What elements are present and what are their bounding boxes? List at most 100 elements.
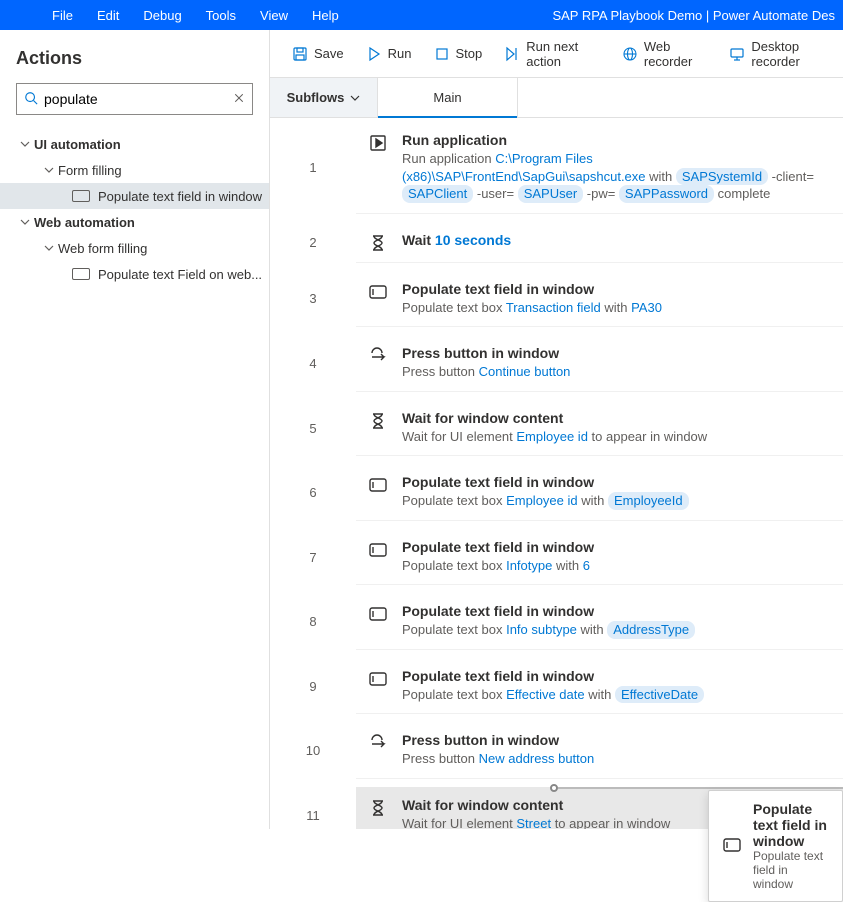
window-title: SAP RPA Playbook Demo | Power Automate D… [552, 8, 843, 23]
sidebar-title: Actions [0, 30, 269, 83]
chevron-down-icon [16, 217, 34, 227]
chevron-down-icon [350, 93, 360, 103]
tree-label: Populate text field in window [98, 189, 262, 204]
run-next-button[interactable]: Run next action [494, 33, 610, 75]
step-card[interactable]: Press button in windowPress button Conti… [356, 335, 843, 392]
tree-group-web-automation[interactable]: Web automation [0, 209, 269, 235]
tree-group-web-form-filling[interactable]: Web form filling [0, 235, 269, 261]
step-body: Run applicationRun application C:\Progra… [402, 132, 831, 203]
variable-token: SAPClient [402, 185, 473, 203]
step-body: Populate text field in windowPopulate te… [402, 603, 831, 639]
step-description: Populate text box Info subtype with Addr… [402, 621, 831, 639]
step-description: Wait for UI element Employee id to appea… [402, 428, 831, 446]
step-row[interactable]: 5Wait for window contentWait for UI elem… [270, 396, 843, 461]
chevron-down-icon [40, 243, 58, 253]
actions-tree: UI automation Form filling Populate text… [0, 127, 269, 287]
web-recorder-button[interactable]: Web recorder [612, 33, 718, 75]
step-row[interactable]: 4 Press button in windowPress button Cont… [270, 331, 843, 396]
menu-help[interactable]: Help [300, 2, 351, 29]
step-description: Press button Continue button [402, 363, 831, 381]
content-area: Save Run Stop Run next action Web record… [270, 30, 843, 829]
step-body: Populate text field in windowPopulate te… [402, 474, 831, 510]
tree-label: UI automation [34, 137, 121, 152]
step-link: Employee id [506, 493, 578, 508]
flow-canvas: 1Run applicationRun application C:\Progr… [270, 118, 843, 829]
press-icon [368, 732, 388, 768]
textbox-icon [72, 190, 90, 202]
press-icon [368, 345, 388, 381]
search-input[interactable] [44, 84, 225, 114]
menu-edit[interactable]: Edit [85, 2, 131, 29]
menu-debug[interactable]: Debug [131, 2, 193, 29]
variable-token: AddressType [607, 621, 695, 639]
step-card[interactable]: Press button in windowPress button New a… [356, 722, 843, 779]
step-description: Run application C:\Program Files (x86)\S… [402, 150, 831, 203]
menu-file[interactable]: File [40, 2, 85, 29]
tree-label: Web automation [34, 215, 135, 230]
step-body: Press button in windowPress button Conti… [402, 345, 831, 381]
tree-label: Populate text Field on web... [98, 267, 262, 282]
step-row[interactable]: 1Run applicationRun application C:\Progr… [270, 118, 843, 218]
tree-group-form-filling[interactable]: Form filling [0, 157, 269, 183]
step-inline-link: 10 seconds [431, 232, 511, 248]
desktop-recorder-button[interactable]: Desktop recorder [719, 33, 843, 75]
clear-search-icon[interactable] [225, 92, 252, 107]
label: Run next action [526, 39, 600, 69]
step-number: 4 [270, 331, 356, 396]
tree-label: Form filling [58, 163, 122, 178]
variable-token: SAPUser [518, 185, 583, 203]
step-body: Wait 10 seconds [402, 232, 831, 252]
step-card[interactable]: Populate text field in windowPopulate te… [356, 271, 843, 328]
tree-group-ui-automation[interactable]: UI automation [0, 131, 269, 157]
step-card[interactable]: Wait 10 seconds [356, 222, 843, 263]
step-number: 10 [270, 718, 356, 783]
actions-sidebar: Actions UI automation Form filling [0, 30, 270, 829]
step-row[interactable]: 3Populate text field in windowPopulate t… [270, 267, 843, 332]
step-card[interactable]: Populate text field in windowPopulate te… [356, 593, 843, 650]
tab-main[interactable]: Main [378, 78, 518, 117]
step-body: Populate text field in windowPopulate te… [402, 539, 831, 575]
step-row[interactable]: 8Populate text field in windowPopulate t… [270, 589, 843, 654]
step-row[interactable]: 6Populate text field in windowPopulate t… [270, 460, 843, 525]
tree-label: Web form filling [58, 241, 147, 256]
step-row[interactable]: 2Wait 10 seconds [270, 218, 843, 267]
tree-item-populate-text-field-window[interactable]: Populate text field in window [0, 183, 269, 209]
step-row[interactable]: 9Populate text field in windowPopulate t… [270, 654, 843, 719]
drag-title: Populate text field in window [753, 801, 828, 849]
variable-token: EmployeeId [608, 492, 689, 510]
step-row[interactable]: 7 Populate text field in windowPopulate t… [270, 525, 843, 590]
play-box-icon [368, 132, 388, 203]
save-button[interactable]: Save [282, 40, 354, 68]
step-card[interactable]: Run applicationRun application C:\Progra… [356, 122, 843, 214]
toolbar: Save Run Stop Run next action Web record… [270, 30, 843, 78]
step-description: Populate text box Infotype with 6 [402, 557, 831, 575]
step-body: Wait for window contentWait for UI eleme… [402, 410, 831, 446]
step-row[interactable]: 10Press button in windowPress button New… [270, 718, 843, 783]
steps-list: 1Run applicationRun application C:\Progr… [270, 118, 843, 829]
tree-item-populate-text-field-web[interactable]: Populate text Field on web... [0, 261, 269, 287]
step-link: Transaction field [506, 300, 601, 315]
step-link: PA30 [631, 300, 662, 315]
subflows-dropdown[interactable]: Subflows [270, 78, 378, 117]
save-icon [292, 46, 308, 62]
hourglass-icon [368, 410, 388, 446]
menu-tools[interactable]: Tools [194, 2, 248, 29]
step-card[interactable]: Populate text field in windowPopulate te… [356, 529, 843, 586]
textbox-icon [72, 268, 90, 280]
drag-preview: Populate text field in window Populate t… [708, 790, 843, 902]
step-title: Wait 10 seconds [402, 232, 831, 248]
step-number: 7 [270, 525, 356, 590]
step-link: Infotype [506, 558, 552, 573]
step-description: Populate text box Transaction field with… [402, 299, 831, 317]
step-card[interactable]: Wait for window contentWait for UI eleme… [356, 400, 843, 457]
textbox-icon [368, 603, 388, 639]
label: Main [433, 90, 461, 105]
search-box[interactable] [16, 83, 253, 115]
step-number: 3 [270, 267, 356, 332]
step-link: C:\Program Files (x86)\SAP\FrontEnd\SapG… [402, 151, 646, 184]
step-card[interactable]: Populate text field in windowPopulate te… [356, 464, 843, 521]
run-button[interactable]: Run [356, 40, 422, 68]
stop-button[interactable]: Stop [424, 40, 493, 68]
step-card[interactable]: Populate text field in windowPopulate te… [356, 658, 843, 715]
menu-view[interactable]: View [248, 2, 300, 29]
